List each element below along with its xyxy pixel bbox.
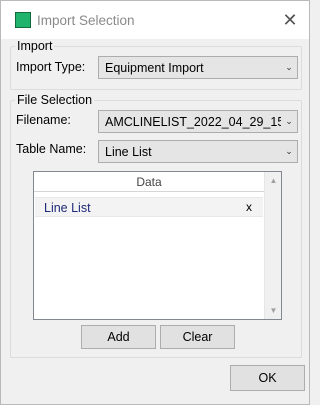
scroll-down-icon[interactable]: ▼ <box>265 302 282 319</box>
app-icon <box>15 12 31 28</box>
import-type-select[interactable]: Equipment Import ⌄ <box>98 56 298 79</box>
close-icon: ✕ <box>282 9 298 30</box>
row-name: Line List <box>44 201 91 215</box>
table-row[interactable]: Line List x <box>35 197 263 217</box>
chevron-down-icon: ⌄ <box>285 62 293 72</box>
import-group-title: Import <box>15 39 55 53</box>
table-name-label: Table Name: <box>16 142 87 156</box>
vertical-scrollbar[interactable]: ▲ ▼ <box>264 172 281 319</box>
grid-header-data[interactable]: Data <box>34 172 264 192</box>
data-grid[interactable]: Data Line List x ▲ ▼ <box>33 171 282 320</box>
scroll-up-icon[interactable]: ▲ <box>265 172 282 189</box>
chevron-down-icon: ⌄ <box>285 146 293 156</box>
close-button[interactable]: ✕ <box>275 5 305 35</box>
window-title: Import Selection <box>37 13 135 28</box>
clear-button[interactable]: Clear <box>160 325 235 349</box>
filename-label: Filename: <box>16 113 71 127</box>
chevron-down-icon: ⌄ <box>285 116 293 126</box>
filename-select[interactable]: AMCLINELIST_2022_04_29_15_48 ⌄ <box>98 110 298 133</box>
ok-button[interactable]: OK <box>230 365 305 391</box>
file-selection-group-title: File Selection <box>15 93 95 107</box>
remove-row-button[interactable]: x <box>246 200 252 214</box>
add-button[interactable]: Add <box>81 325 156 349</box>
table-name-select[interactable]: Line List ⌄ <box>98 140 298 163</box>
table-name-value: Line List <box>105 144 152 159</box>
filename-value: AMCLINELIST_2022_04_29_15_48 <box>105 114 281 129</box>
import-type-label: Import Type: <box>16 60 86 74</box>
title-bar: Import Selection ✕ <box>1 1 309 39</box>
import-selection-dialog: Import Selection ✕ Import Import Type: E… <box>0 0 310 405</box>
import-type-value: Equipment Import <box>105 60 204 75</box>
